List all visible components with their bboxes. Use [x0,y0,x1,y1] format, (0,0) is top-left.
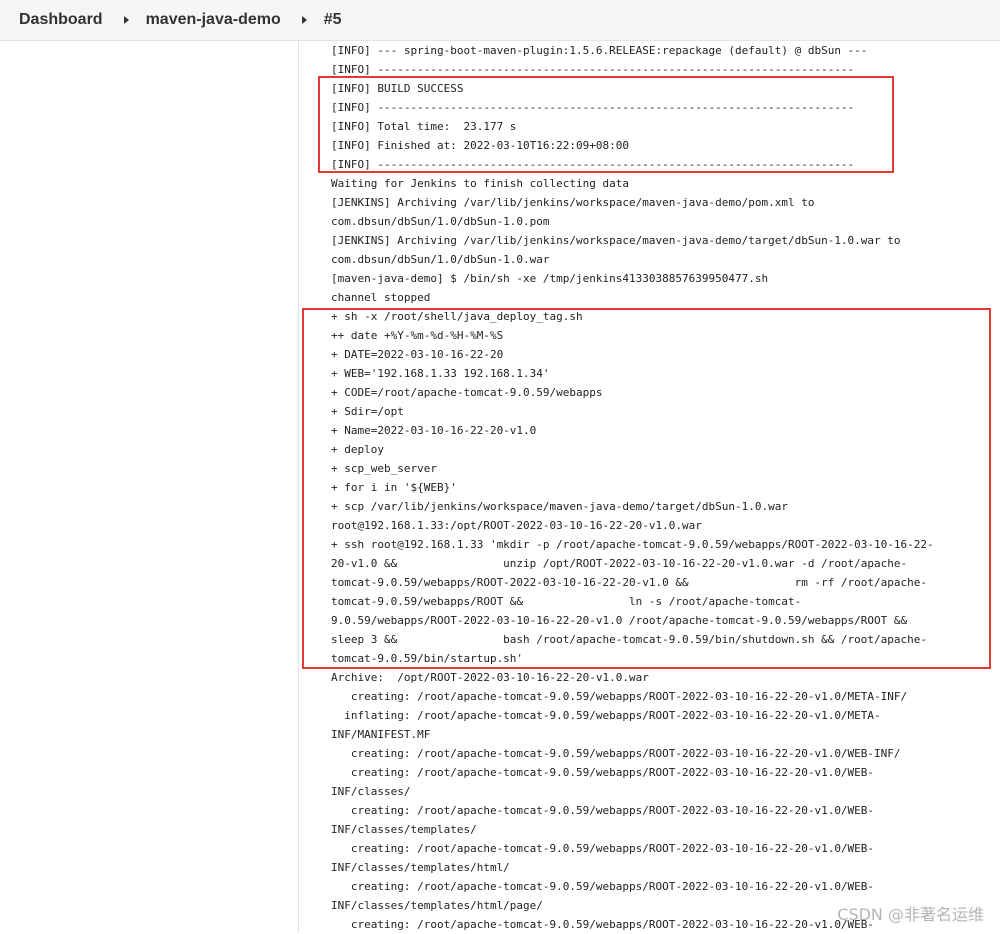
breadcrumb-job[interactable]: maven-java-demo [146,11,281,29]
console-line: + Sdir=/opt [331,405,404,418]
console-line: + WEB='192.168.1.33 192.168.1.34' [331,367,550,380]
console-line: creating: /root/apache-tomcat-9.0.59/web… [331,842,875,855]
watermark: CSDN @非著名运维 [837,905,984,924]
console-line: [INFO] Total time: 23.177 s [331,120,517,133]
breadcrumb-separator-icon [301,16,307,24]
console-line: [INFO] ---------------------------------… [331,101,855,114]
console-line: + DATE=2022-03-10-16-22-20 [331,348,504,361]
breadcrumb-dashboard[interactable]: Dashboard [19,11,103,29]
console-output: [INFO] --- spring-boot-maven-plugin:1.5.… [331,41,996,934]
console-line: + Name=2022-03-10-16-22-20-v1.0 [331,424,537,437]
console-line: [INFO] ---------------------------------… [331,158,855,171]
console-line: INF/classes/templates/ [331,823,477,836]
breadcrumb: Dashboard maven-java-demo #5 [0,0,1000,41]
console-line: [JENKINS] Archiving /var/lib/jenkins/wor… [331,234,901,247]
console-line: creating: /root/apache-tomcat-9.0.59/web… [331,804,875,817]
console-line: com.dbsun/dbSun/1.0/dbSun-1.0.war [331,253,550,266]
breadcrumb-separator-icon [123,16,129,24]
console-line: 9.0.59/webapps/ROOT-2022-03-10-16-22-20-… [331,614,908,627]
console-line: INF/MANIFEST.MF [331,728,431,741]
console-line: Archive: /opt/ROOT-2022-03-10-16-22-20-v… [331,671,649,684]
console-line: creating: /root/apache-tomcat-9.0.59/web… [331,747,901,760]
console-line: inflating: /root/apache-tomcat-9.0.59/we… [331,709,881,722]
console-line: + for i in '${WEB}' [331,481,457,494]
console-line: Waiting for Jenkins to finish collecting… [331,177,630,190]
console-line: [JENKINS] Archiving /var/lib/jenkins/wor… [331,196,815,209]
console-line: tomcat-9.0.59/bin/startup.sh' [331,652,524,665]
console-line: tomcat-9.0.59/webapps/ROOT && ln -s /roo… [331,595,802,608]
console-line: + sh -x /root/shell/java_deploy_tag.sh [331,310,583,323]
console-line: root@192.168.1.33:/opt/ROOT-2022-03-10-1… [331,519,702,532]
console-line: creating: /root/apache-tomcat-9.0.59/web… [331,690,908,703]
console-line: + CODE=/root/apache-tomcat-9.0.59/webapp… [331,386,603,399]
console-line: 20-v1.0 && unzip /opt/ROOT-2022-03-10-16… [331,557,908,570]
sidebar [0,41,299,933]
console-line: [maven-java-demo] $ /bin/sh -xe /tmp/jen… [331,272,769,285]
console-line: [INFO] --- spring-boot-maven-plugin:1.5.… [331,44,868,57]
console-line: + deploy [331,443,384,456]
console-line: + scp_web_server [331,462,437,475]
console-line: [INFO] Finished at: 2022-03-10T16:22:09+… [331,139,630,152]
breadcrumb-build[interactable]: #5 [324,11,342,29]
console-line: + scp /var/lib/jenkins/workspace/maven-j… [331,500,788,513]
console-line: + ssh root@192.168.1.33 'mkdir -p /root/… [331,538,934,551]
console-line: channel stopped [331,291,431,304]
console-line: INF/classes/ [331,785,411,798]
console-line: ++ date +%Y-%m-%d-%H-%M-%S [331,329,504,342]
console-line: creating: /root/apache-tomcat-9.0.59/web… [331,766,875,779]
console-line: creating: /root/apache-tomcat-9.0.59/web… [331,880,875,893]
console-line: sleep 3 && bash /root/apache-tomcat-9.0.… [331,633,928,646]
console-line: com.dbsun/dbSun/1.0/dbSun-1.0.pom [331,215,550,228]
console-line: INF/classes/templates/html/ [331,861,510,874]
console-line: [INFO] ---------------------------------… [331,63,855,76]
console-line: [INFO] BUILD SUCCESS [331,82,464,95]
console-line: tomcat-9.0.59/webapps/ROOT-2022-03-10-16… [331,576,928,589]
